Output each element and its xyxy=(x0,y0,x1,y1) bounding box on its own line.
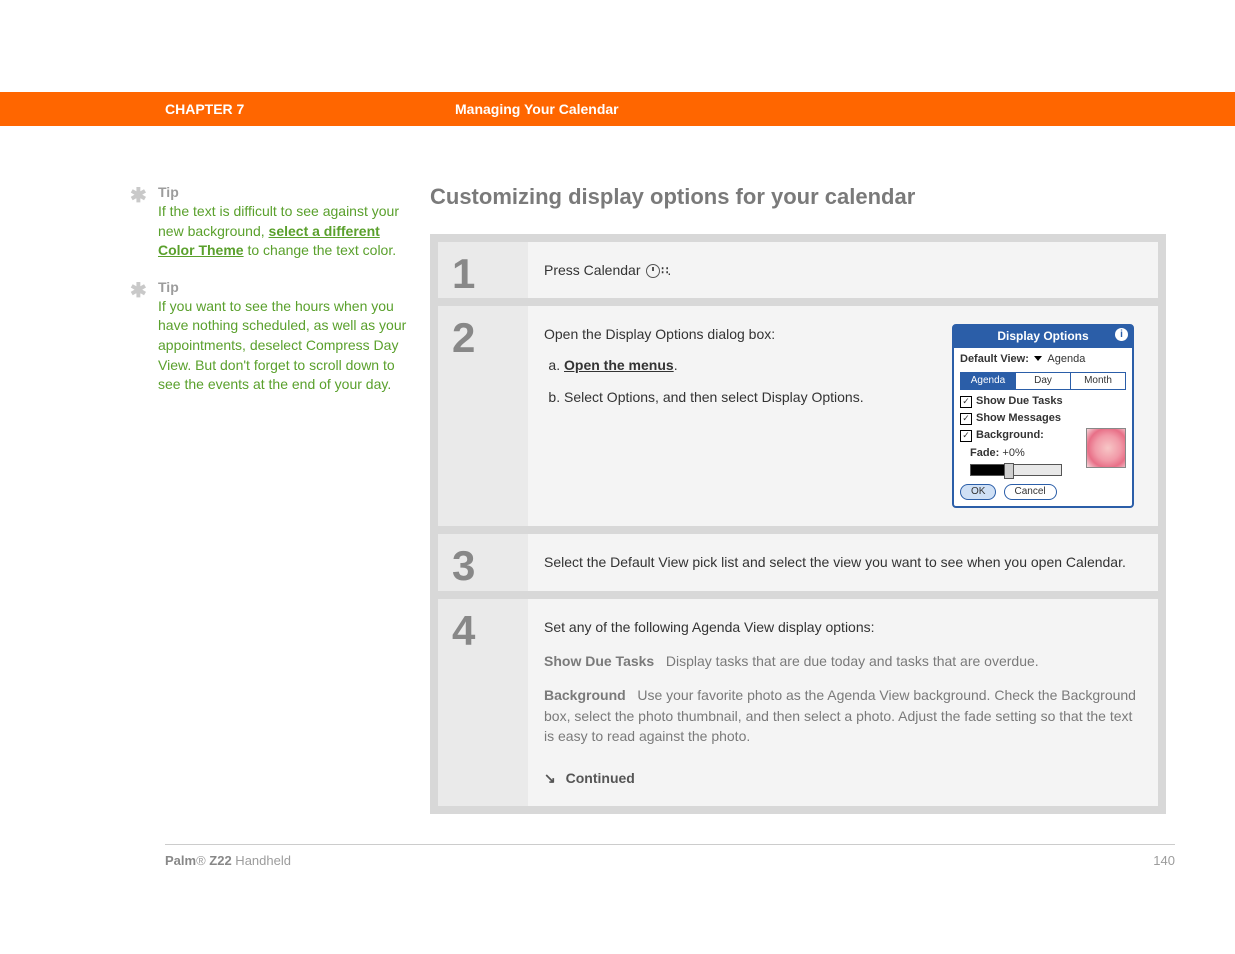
product-name: Palm® Z22 Handheld xyxy=(165,853,291,868)
check-show-due-tasks[interactable]: ✓ Show Due Tasks xyxy=(960,394,1126,410)
step-number: 3 xyxy=(438,534,528,590)
checkbox-icon: ✓ xyxy=(960,430,972,442)
tip-text: If the text is difficult to see against … xyxy=(158,202,410,261)
dialog-title: Display Options i xyxy=(954,326,1132,347)
background-thumbnail[interactable] xyxy=(1086,428,1126,468)
calendar-hardware-icon: ∷ xyxy=(646,264,667,278)
tip-block: ✱ Tip If you want to see the hours when … xyxy=(130,279,410,395)
tab-agenda[interactable]: Agenda xyxy=(961,373,1016,390)
main-area: ✱ Tip If the text is difficult to see ag… xyxy=(0,126,1235,814)
chapter-header-bar: CHAPTER 7 Managing Your Calendar xyxy=(0,92,1235,126)
ok-button[interactable]: OK xyxy=(960,484,996,501)
check-background[interactable]: ✓ Background: xyxy=(960,428,1080,444)
page-heading: Customizing display options for your cal… xyxy=(430,184,1175,210)
step-number: 4 xyxy=(438,599,528,807)
page-number: 140 xyxy=(1153,853,1175,868)
page-footer: Palm® Z22 Handheld 140 xyxy=(165,844,1175,908)
step-body: Press Calendar ∷ . xyxy=(528,242,1158,298)
open-menus-link[interactable]: Open the menus xyxy=(564,357,674,373)
check-show-messages[interactable]: ✓ Show Messages xyxy=(960,411,1126,427)
sidebar: ✱ Tip If the text is difficult to see ag… xyxy=(130,184,430,814)
content: Customizing display options for your cal… xyxy=(430,184,1235,814)
step-body: Select the Default View pick list and se… xyxy=(528,534,1158,590)
step-row: 2 Open the Display Options dialog box: O… xyxy=(438,306,1158,526)
chapter-title: Managing Your Calendar xyxy=(455,101,619,117)
continued-arrow-icon: ↘ xyxy=(544,768,556,788)
step-number: 2 xyxy=(438,306,528,526)
slider-thumb[interactable] xyxy=(1004,463,1014,479)
chapter-label: CHAPTER 7 xyxy=(165,101,455,117)
step-row: 4 Set any of the following Agenda View d… xyxy=(438,599,1158,807)
tab-day[interactable]: Day xyxy=(1016,373,1071,390)
option-background: Background Use your favorite photo as th… xyxy=(544,685,1142,746)
checkbox-icon: ✓ xyxy=(960,396,972,408)
asterisk-icon: ✱ xyxy=(130,281,158,395)
fade-row: Fade: +0% xyxy=(970,446,1080,462)
step-number: 1 xyxy=(438,242,528,298)
step-figure: Display Options i Default View: Agenda xyxy=(952,324,1142,508)
display-options-dialog: Display Options i Default View: Agenda xyxy=(952,324,1134,508)
step-body: Open the Display Options dialog box: Ope… xyxy=(528,306,1158,526)
substep-b: Select Options, and then select Display … xyxy=(564,387,932,407)
fade-slider[interactable] xyxy=(970,464,1062,476)
info-icon[interactable]: i xyxy=(1115,328,1128,341)
view-tabs: Agenda Day Month xyxy=(960,372,1126,391)
step-row: 3 Select the Default View pick list and … xyxy=(438,534,1158,590)
steps-container: 1 Press Calendar ∷ . 2 Open the Display … xyxy=(430,234,1166,814)
step-row: 1 Press Calendar ∷ . xyxy=(438,242,1158,298)
step-body: Set any of the following Agenda View dis… xyxy=(528,599,1158,807)
tab-month[interactable]: Month xyxy=(1071,373,1125,390)
substep-a: Open the menus. xyxy=(564,355,932,375)
tip-block: ✱ Tip If the text is difficult to see ag… xyxy=(130,184,410,261)
chevron-down-icon xyxy=(1034,356,1042,361)
tip-label: Tip xyxy=(158,279,410,295)
default-view-picklist[interactable]: Default View: Agenda xyxy=(960,352,1126,368)
asterisk-icon: ✱ xyxy=(130,186,158,261)
option-show-due-tasks: Show Due Tasks Display tasks that are du… xyxy=(544,651,1142,671)
cancel-button[interactable]: Cancel xyxy=(1004,484,1057,501)
continued-indicator: ↘ Continued xyxy=(544,768,1142,788)
checkbox-icon: ✓ xyxy=(960,413,972,425)
tip-text: If you want to see the hours when you ha… xyxy=(158,297,410,395)
tip-label: Tip xyxy=(158,184,410,200)
